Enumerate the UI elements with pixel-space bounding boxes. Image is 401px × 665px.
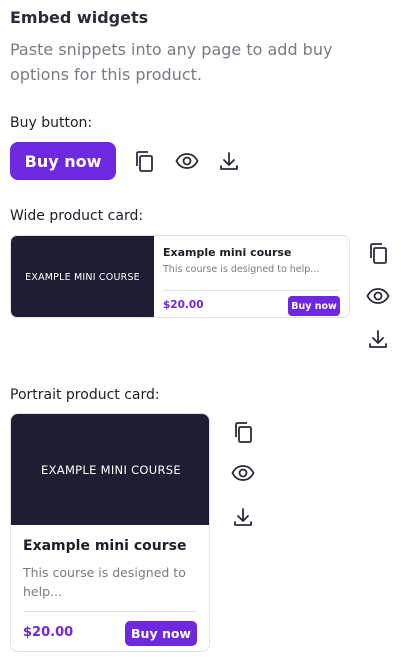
buy-button-section-label: Buy button: [10, 115, 93, 131]
wide-card-thumbnail: EXAMPLE MINI COURSE [11, 236, 154, 317]
portrait-card-price: $20.00 [23, 625, 74, 640]
portrait-card-section-label: Portrait product card: [10, 387, 160, 403]
wide-product-card: EXAMPLE MINI COURSE Example mini course … [10, 235, 350, 318]
eye-icon[interactable] [230, 460, 256, 486]
wide-card-description: This course is designed to help... [163, 264, 320, 275]
eye-icon[interactable] [174, 148, 200, 174]
wide-card-divider [163, 290, 340, 291]
download-icon[interactable] [216, 148, 242, 174]
download-icon[interactable] [230, 504, 256, 530]
portrait-card-thumbnail: EXAMPLE MINI COURSE [11, 414, 209, 525]
copy-icon[interactable] [230, 419, 256, 445]
wide-card-buy-button[interactable]: Buy now [288, 296, 340, 316]
wide-card-price: $20.00 [163, 299, 204, 311]
copy-icon[interactable] [365, 240, 391, 266]
page-title: Embed widgets [10, 8, 149, 27]
eye-icon[interactable] [365, 283, 391, 309]
page-description: Paste snippets into any page to add buy … [10, 40, 333, 84]
copy-icon[interactable] [131, 148, 157, 174]
portrait-card-description: This course is designed to help... [23, 565, 186, 599]
wide-card-title: Example mini course [163, 246, 292, 259]
portrait-product-card: EXAMPLE MINI COURSE Example mini course … [10, 413, 210, 652]
portrait-card-divider [23, 611, 197, 612]
download-icon[interactable] [365, 326, 391, 352]
buy-now-button-preview[interactable]: Buy now [10, 142, 116, 180]
portrait-card-buy-button[interactable]: Buy now [125, 621, 197, 646]
wide-card-section-label: Wide product card: [10, 208, 144, 224]
portrait-card-title: Example mini course [23, 538, 187, 554]
